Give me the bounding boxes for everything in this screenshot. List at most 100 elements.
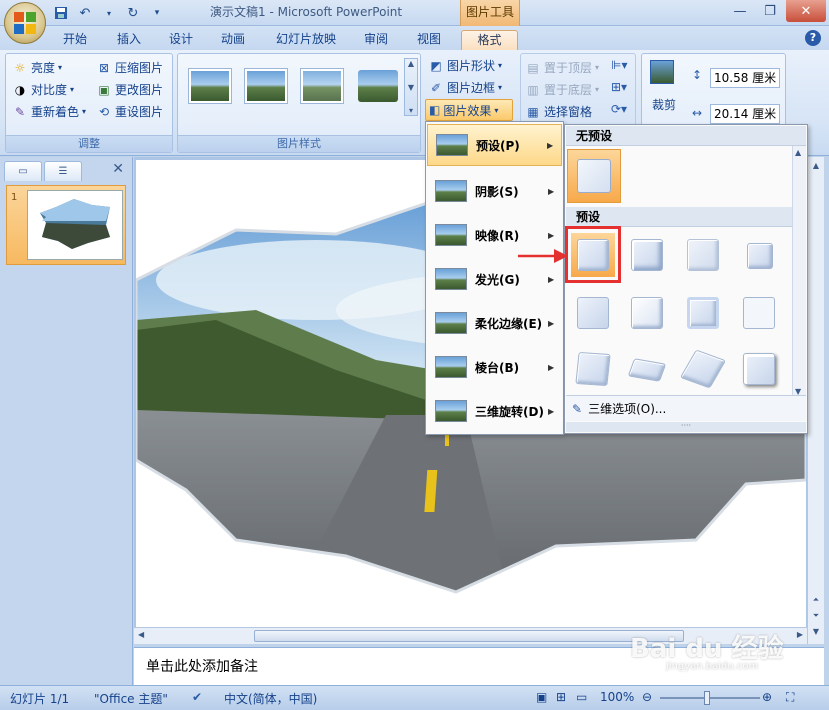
slides-tab[interactable]: ▭ (4, 161, 42, 181)
zoom-in-icon[interactable]: ⊕ (762, 690, 772, 704)
preset-submenu: 无预设 预设 ▲ ▼ ✎ 三维选项(O)... ···· (564, 124, 808, 434)
prev-slide-icon[interactable]: ⏶ (809, 593, 823, 607)
preset-6[interactable] (625, 291, 669, 335)
help-icon[interactable]: ? (805, 30, 821, 46)
preset-12[interactable] (737, 347, 781, 391)
scroll-up-icon[interactable]: ▲ (408, 59, 414, 68)
width-field[interactable]: 20.14 厘米 (710, 104, 780, 124)
align-icon[interactable]: ⊫▾ (611, 58, 627, 72)
scroll-left-icon[interactable]: ◀ (138, 630, 144, 639)
send-to-back-button[interactable]: ▥ 置于底层 ▾ (525, 80, 599, 100)
tab-view[interactable]: 视图 (408, 30, 450, 50)
resize-grip-icon[interactable]: ···· (566, 422, 806, 432)
tab-home[interactable]: 开始 (54, 30, 96, 50)
rotate-icon[interactable]: ⟳▾ (611, 102, 627, 116)
scroll-down-icon[interactable]: ▼ (408, 83, 414, 92)
preset-11[interactable] (679, 347, 727, 391)
slide-sorter-icon[interactable]: ⊞ (556, 690, 566, 704)
brightness-button[interactable]: ☼ 亮度 ▾ (12, 58, 62, 78)
preset-scrollbar[interactable]: ▲ ▼ (792, 146, 806, 398)
menu-item-preset[interactable]: 预设(P) ▶ (427, 124, 562, 166)
preset-10[interactable] (625, 347, 669, 391)
picture-styles-group-label: 图片样式 (178, 135, 420, 152)
preset-3[interactable] (681, 233, 725, 277)
horizontal-scroll-thumb[interactable] (254, 630, 684, 642)
slide-thumbnail[interactable]: 1 (6, 185, 126, 265)
vertical-scrollbar[interactable]: ▲ ⏶ ⏷ ▼ (807, 157, 824, 644)
restore-button[interactable]: ❐ (752, 0, 788, 22)
height-field[interactable]: 10.58 厘米 (710, 68, 780, 88)
menu-item-glow[interactable]: 发光(G) ▶ (427, 258, 562, 300)
preset-4[interactable] (737, 233, 781, 277)
menu-item-shadow[interactable]: 阴影(S) ▶ (427, 170, 562, 212)
slide-thumbnail-image (27, 190, 123, 260)
change-picture-button[interactable]: ▣ 更改图片 (96, 80, 163, 100)
compress-pictures-button[interactable]: ⊠ 压缩图片 (96, 58, 163, 78)
preset-8[interactable] (737, 291, 781, 335)
preset-2[interactable] (625, 233, 669, 277)
crop-button-label[interactable]: 裁剪 (652, 96, 676, 113)
recolor-button[interactable]: ✎ 重新着色 ▾ (12, 102, 86, 122)
picture-tools-label: 图片工具 (460, 0, 520, 26)
submenu-arrow-icon: ▶ (548, 230, 555, 240)
picture-border-button[interactable]: ✐ 图片边框 ▾ (428, 78, 502, 98)
office-button[interactable] (4, 2, 46, 44)
undo-icon[interactable]: ↶ (76, 4, 94, 22)
menu-item-3d-rotation[interactable]: 三维旋转(D) ▶ (427, 390, 562, 432)
scroll-up-icon[interactable]: ▲ (795, 148, 801, 157)
tab-insert[interactable]: 插入 (108, 30, 150, 50)
customize-qat-icon[interactable]: ▾ (148, 4, 166, 22)
picture-shape-button[interactable]: ◩ 图片形状 ▾ (428, 56, 502, 76)
dropdown-icon[interactable]: ▾ (100, 4, 118, 22)
picture-effects-button[interactable]: ◧ 图片效果 ▾ (425, 99, 513, 121)
preset-9[interactable] (571, 347, 615, 391)
tab-format[interactable]: 格式 (461, 30, 518, 50)
group-icon[interactable]: ⊞▾ (611, 80, 627, 94)
tab-slideshow[interactable]: 幻灯片放映 (268, 30, 344, 50)
preset-7[interactable] (681, 291, 725, 335)
selection-pane-button[interactable]: ▦ 选择窗格 (525, 102, 592, 122)
effects-icon: ◧ (429, 103, 441, 117)
gallery-scrollbar[interactable]: ▲ ▼ ▾ (404, 58, 418, 116)
zoom-slider[interactable] (660, 697, 760, 699)
bring-to-front-button[interactable]: ▤ 置于顶层 ▾ (525, 58, 599, 78)
fit-to-window-icon[interactable]: ⛶ (786, 690, 794, 705)
no-preset-option[interactable] (567, 149, 621, 203)
picture-style-2[interactable] (244, 68, 288, 104)
tab-review[interactable]: 审阅 (354, 30, 398, 50)
bring-front-icon: ▤ (527, 61, 539, 75)
menu-item-bevel[interactable]: 棱台(B) ▶ (427, 346, 562, 388)
reset-picture-button[interactable]: ⟲ 重设图片 (96, 102, 163, 122)
zoom-out-icon[interactable]: ⊖ (642, 690, 652, 704)
close-panel-icon[interactable]: ✕ (112, 161, 124, 177)
scroll-down-icon[interactable]: ▼ (809, 625, 823, 639)
crop-icon[interactable] (650, 60, 674, 84)
contrast-button[interactable]: ◑ 对比度 ▾ (12, 80, 74, 100)
picture-style-1[interactable] (188, 68, 232, 104)
next-slide-icon[interactable]: ⏷ (809, 609, 823, 623)
reflection-icon (435, 224, 467, 246)
zoom-slider-thumb[interactable] (704, 691, 710, 705)
3d-options-item[interactable]: ✎ 三维选项(O)... (566, 395, 806, 421)
picture-style-4[interactable] (356, 68, 400, 104)
scroll-right-icon[interactable]: ▶ (797, 630, 803, 639)
scroll-up-icon[interactable]: ▲ (809, 159, 823, 173)
slideshow-view-icon[interactable]: ▭ (576, 690, 587, 704)
pointer-arrow-icon (518, 249, 568, 263)
zoom-level[interactable]: 100% (600, 690, 634, 704)
tab-design[interactable]: 设计 (160, 30, 202, 50)
send-back-icon: ▥ (527, 83, 539, 97)
more-icon[interactable]: ▾ (409, 106, 413, 115)
picture-style-3[interactable] (300, 68, 344, 104)
spell-check-icon[interactable]: ✔ (192, 690, 202, 704)
preset-1[interactable] (571, 233, 615, 277)
outline-tab[interactable]: ☰ (44, 161, 82, 181)
close-button[interactable]: ✕ (786, 0, 826, 22)
redo-icon[interactable]: ↻ (124, 4, 142, 22)
preset-5[interactable] (571, 291, 615, 335)
save-icon[interactable] (52, 4, 70, 22)
tab-animation[interactable]: 动画 (212, 30, 254, 50)
menu-item-soft-edges[interactable]: 柔化边缘(E) ▶ (427, 302, 562, 344)
normal-view-icon[interactable]: ▣ (536, 690, 547, 704)
recolor-icon: ✎ (14, 105, 26, 119)
